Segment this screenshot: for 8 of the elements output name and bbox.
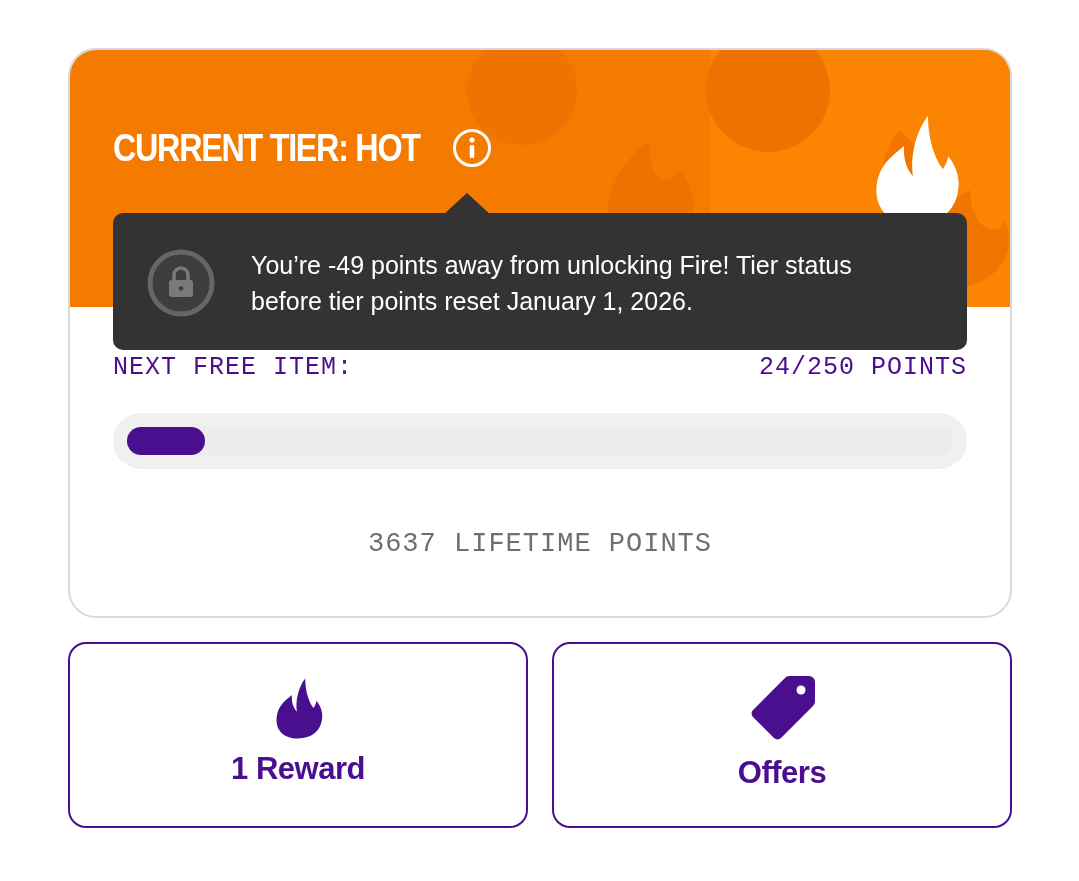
info-icon[interactable] bbox=[451, 128, 492, 168]
rewards-button[interactable]: 1 Reward bbox=[68, 642, 528, 828]
next-item-label: NEXT FREE ITEM: bbox=[113, 352, 354, 384]
tooltip-text: You’re -49 points away from unlocking Fire! Tier status before tier points reset January 1, 2026. bbox=[251, 250, 853, 318]
offers-button[interactable]: Offers bbox=[552, 642, 1012, 828]
lifetime-points: 3637 LIFETIME POINTS bbox=[366, 527, 714, 561]
next-item-points: 24/250 POINTS bbox=[758, 352, 967, 384]
tier-title: CURRENT TIER: HOT bbox=[113, 129, 420, 167]
